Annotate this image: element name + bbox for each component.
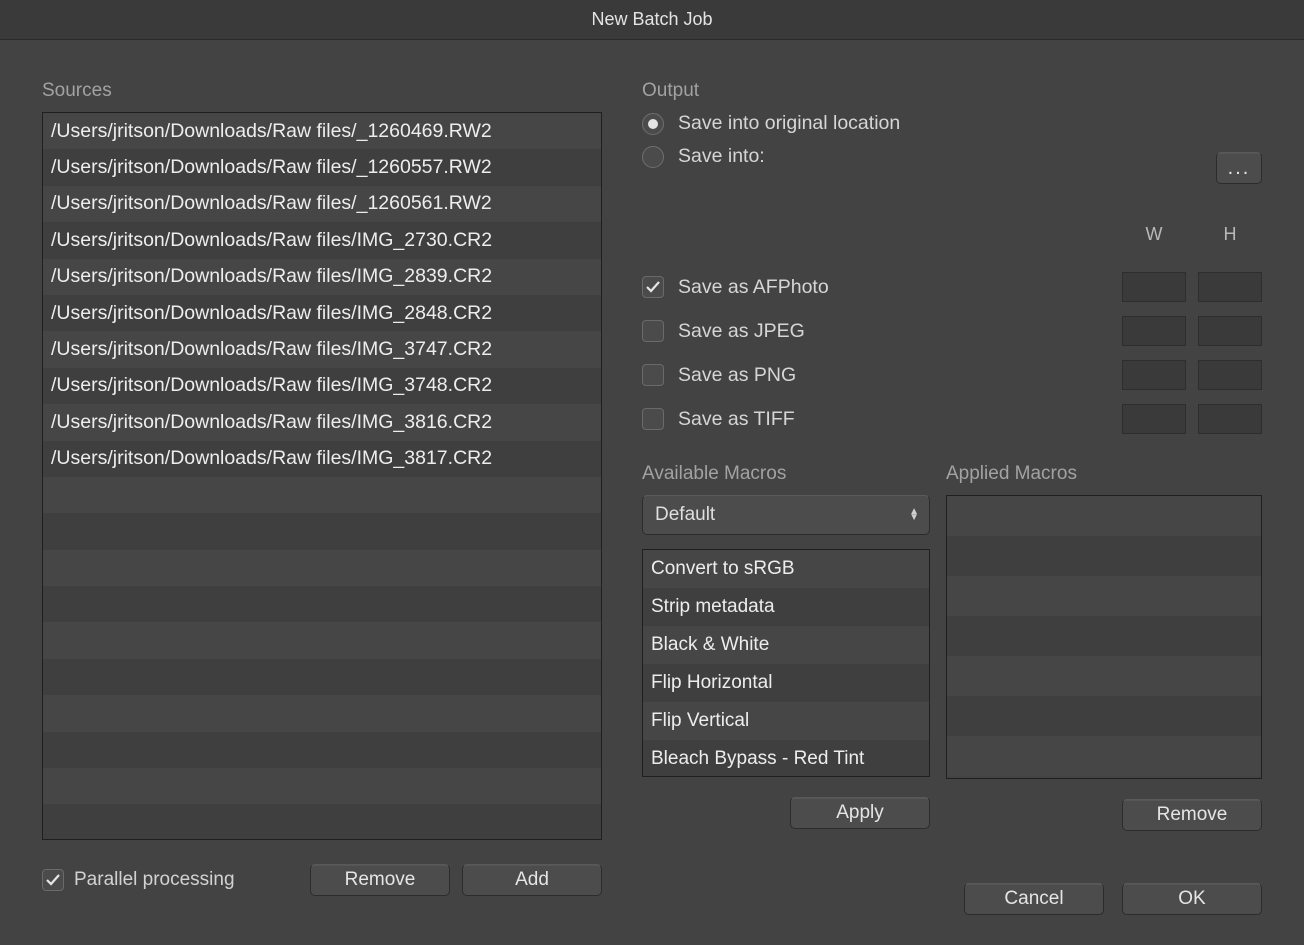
source-file-row[interactable]: /Users/jritson/Downloads/Raw files/IMG_3… — [43, 331, 601, 367]
applied-macro-item[interactable] — [947, 616, 1261, 656]
available-macro-item[interactable]: Black & White — [643, 626, 929, 664]
save-format-row: Save as JPEG — [642, 309, 1262, 353]
source-file-row[interactable] — [43, 768, 601, 804]
save-into-label: Save into: — [678, 145, 765, 168]
sources-remove-button[interactable]: Remove — [310, 864, 450, 896]
source-file-row[interactable] — [43, 513, 601, 549]
source-file-row[interactable] — [43, 550, 601, 586]
save-format-checkbox[interactable] — [642, 276, 664, 298]
macros-area: Available Macros Default ▲▼ Convert to s… — [642, 463, 1262, 831]
available-macros-list[interactable]: Convert to sRGBStrip metadataBlack & Whi… — [642, 549, 930, 777]
parallel-processing-label: Parallel processing — [74, 869, 235, 891]
source-file-row[interactable] — [43, 659, 601, 695]
applied-macros-label: Applied Macros — [946, 463, 1262, 485]
save-format-list: Save as AFPhoto Save as JPEG Save as PNG Sa… — [642, 265, 1262, 441]
available-macro-item[interactable]: Bleach Bypass - Red Tint — [643, 740, 929, 777]
dialog-titlebar: New Batch Job — [0, 0, 1304, 40]
source-file-row[interactable]: /Users/jritson/Downloads/Raw files/_1260… — [43, 149, 601, 185]
source-file-row[interactable]: /Users/jritson/Downloads/Raw files/IMG_3… — [43, 368, 601, 404]
applied-macro-item[interactable] — [947, 536, 1261, 576]
available-macro-item[interactable]: Convert to sRGB — [643, 550, 929, 588]
save-into-radio[interactable] — [642, 146, 664, 168]
dialog-buttons: Cancel OK — [642, 883, 1262, 915]
sources-add-button[interactable]: Add — [462, 864, 602, 896]
source-file-row[interactable] — [43, 477, 601, 513]
save-format-checkbox[interactable] — [642, 408, 664, 430]
source-file-row[interactable]: /Users/jritson/Downloads/Raw files/IMG_3… — [43, 441, 601, 477]
sources-label: Sources — [42, 80, 602, 102]
source-file-row[interactable]: /Users/jritson/Downloads/Raw files/IMG_2… — [43, 295, 601, 331]
save-format-row: Save as PNG — [642, 353, 1262, 397]
apply-macro-button[interactable]: Apply — [790, 797, 930, 829]
parallel-processing-checkbox[interactable] — [42, 869, 64, 891]
applied-macro-item[interactable] — [947, 656, 1261, 696]
remove-macro-button[interactable]: Remove — [1122, 799, 1262, 831]
save-format-label: Save as TIFF — [678, 408, 978, 431]
save-original-radio[interactable] — [642, 113, 664, 135]
width-input[interactable] — [1122, 272, 1186, 302]
sources-footer: Parallel processing Remove Add — [42, 864, 602, 896]
height-input[interactable] — [1198, 360, 1262, 390]
source-file-row[interactable] — [43, 622, 601, 658]
source-file-row[interactable]: /Users/jritson/Downloads/Raw files/_1260… — [43, 186, 601, 222]
source-file-row[interactable]: /Users/jritson/Downloads/Raw files/IMG_3… — [43, 404, 601, 440]
source-file-row[interactable] — [43, 804, 601, 840]
available-macro-item[interactable]: Flip Horizontal — [643, 664, 929, 702]
dialog-title: New Batch Job — [591, 9, 712, 30]
h-header: H — [1198, 224, 1262, 245]
save-format-checkbox[interactable] — [642, 364, 664, 386]
wh-fields — [1122, 404, 1262, 434]
updown-icon: ▲▼ — [909, 509, 919, 521]
height-input[interactable] — [1198, 404, 1262, 434]
available-macro-item[interactable]: Strip metadata — [643, 588, 929, 626]
applied-macro-item[interactable] — [947, 496, 1261, 536]
width-input[interactable] — [1122, 316, 1186, 346]
height-input[interactable] — [1198, 316, 1262, 346]
output-label: Output — [642, 80, 1262, 102]
wh-fields — [1122, 360, 1262, 390]
browse-button[interactable]: ... — [1216, 152, 1262, 184]
applied-macros-list[interactable] — [946, 495, 1262, 779]
macro-library-value: Default — [655, 504, 715, 526]
wh-header: W H — [1122, 224, 1262, 245]
macro-library-select[interactable]: Default ▲▼ — [642, 495, 930, 535]
source-file-row[interactable]: /Users/jritson/Downloads/Raw files/IMG_2… — [43, 222, 601, 258]
save-format-row: Save as TIFF — [642, 397, 1262, 441]
save-format-label: Save as PNG — [678, 364, 978, 387]
wh-fields — [1122, 272, 1262, 302]
applied-macro-item[interactable] — [947, 736, 1261, 776]
source-file-row[interactable] — [43, 695, 601, 731]
source-file-row[interactable]: /Users/jritson/Downloads/Raw files/_1260… — [43, 113, 601, 149]
available-macro-item[interactable]: Flip Vertical — [643, 702, 929, 740]
wh-fields — [1122, 316, 1262, 346]
ok-button[interactable]: OK — [1122, 883, 1262, 915]
applied-macro-item[interactable] — [947, 576, 1261, 616]
width-input[interactable] — [1122, 404, 1186, 434]
available-macros-label: Available Macros — [642, 463, 930, 485]
w-header: W — [1122, 224, 1186, 245]
dialog-content: Sources /Users/jritson/Downloads/Raw fil… — [0, 40, 1304, 945]
sources-list[interactable]: /Users/jritson/Downloads/Raw files/_1260… — [42, 112, 602, 840]
save-original-label: Save into original location — [678, 112, 900, 135]
save-format-label: Save as AFPhoto — [678, 276, 978, 299]
applied-macro-item[interactable] — [947, 696, 1261, 736]
source-file-row[interactable]: /Users/jritson/Downloads/Raw files/IMG_2… — [43, 259, 601, 295]
output-panel: Output Save into original location Save … — [642, 80, 1262, 915]
output-destination: Save into original location Save into: .… — [642, 112, 1262, 184]
source-file-row[interactable] — [43, 586, 601, 622]
save-format-row: Save as AFPhoto — [642, 265, 1262, 309]
width-input[interactable] — [1122, 360, 1186, 390]
cancel-button[interactable]: Cancel — [964, 883, 1104, 915]
save-format-label: Save as JPEG — [678, 320, 978, 343]
save-format-checkbox[interactable] — [642, 320, 664, 342]
sources-panel: Sources /Users/jritson/Downloads/Raw fil… — [42, 80, 602, 915]
source-file-row[interactable] — [43, 732, 601, 768]
height-input[interactable] — [1198, 272, 1262, 302]
